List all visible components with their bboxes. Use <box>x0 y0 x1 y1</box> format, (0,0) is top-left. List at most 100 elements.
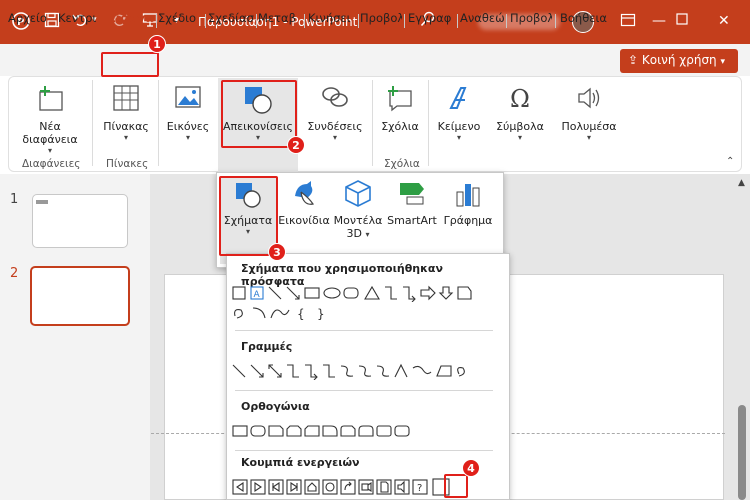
table-button[interactable]: Πίνακας ▾ <box>100 84 152 142</box>
share-button[interactable]: ⇪ Κοινή χρήση ▾ <box>620 49 738 73</box>
step-badge-3: 3 <box>268 243 286 261</box>
tab-separator <box>457 14 458 28</box>
chevron-down-icon: ▾ <box>456 133 461 142</box>
icons-button[interactable]: Εικονίδια <box>278 178 330 227</box>
tab-draw[interactable]: Σχεδίασ <box>208 11 254 25</box>
media-label: Πολυμέσα <box>561 120 617 133</box>
minimize-icon[interactable]: — <box>652 13 666 29</box>
section-title-rectangles: Ορθογώνια <box>241 400 310 413</box>
step-badge-1: 1 <box>148 35 166 53</box>
3d-models-label-line1: Μοντέλα <box>333 214 383 227</box>
cube-icon <box>345 180 371 207</box>
images-label: Εικόνες <box>166 120 210 133</box>
group-label-slides: Διαφάνειες <box>22 158 81 170</box>
highlight-insert-tab <box>101 52 159 77</box>
section-separator <box>235 450 493 451</box>
close-icon[interactable]: ✕ <box>718 13 730 29</box>
text-button[interactable]: Κείμενο ▾ <box>434 84 484 142</box>
omega-icon: Ω <box>510 85 530 112</box>
images-button[interactable]: Εικόνες ▾ <box>164 84 212 142</box>
svg-text:Ω: Ω <box>510 85 530 112</box>
group-label-tables: Πίνακες <box>106 158 149 170</box>
group-separator <box>158 80 159 166</box>
tab-separator <box>555 14 556 28</box>
tab-separator <box>358 14 359 28</box>
symbols-button[interactable]: Ω Σύμβολα ▾ <box>490 84 550 142</box>
ribbon-display-options-icon[interactable] <box>620 13 636 31</box>
links-button[interactable]: Συνδέσεις ▾ <box>304 84 366 142</box>
icons-label: Εικονίδια <box>278 214 330 227</box>
section-title-action-buttons: Κουμπιά ενεργειών <box>241 456 360 469</box>
3d-models-label-line2: 3D <box>346 227 362 240</box>
tab-view[interactable]: Προβολ <box>510 11 552 25</box>
chevron-down-icon: ▾ <box>185 133 190 142</box>
rectangles-row[interactable] <box>231 422 495 440</box>
new-slide-button[interactable]: Νέα διαφάνεια ▾ <box>18 84 82 155</box>
picture-icon <box>175 86 201 108</box>
highlight-illustrations <box>221 80 297 148</box>
smartart-icon <box>400 183 424 205</box>
group-separator <box>372 80 373 166</box>
tab-separator <box>404 14 405 28</box>
tab-review[interactable]: Αναθεώ <box>460 11 504 25</box>
smartart-label: SmartArt <box>387 214 437 227</box>
comments-button[interactable]: Σχόλια <box>378 84 422 133</box>
share-icon: ⇪ <box>628 53 639 67</box>
group-separator <box>92 80 93 166</box>
section-separator <box>235 330 493 331</box>
share-label: Κοινή χρήση <box>641 53 717 67</box>
chevron-down-icon: ▾ <box>123 133 128 142</box>
slide-thumbnail-2[interactable] <box>30 266 130 326</box>
link-icon <box>322 87 348 107</box>
maximize-icon[interactable] <box>676 13 688 29</box>
chart-icon <box>456 184 480 207</box>
speaker-icon <box>578 87 600 109</box>
svg-text:}: } <box>317 307 325 321</box>
chevron-down-icon: ▾ <box>517 133 522 142</box>
text-label: Κείμενο <box>437 120 481 133</box>
chevron-down-icon: ▾ <box>586 133 591 142</box>
chart-label: Γράφημα <box>443 214 493 227</box>
tab-design[interactable]: Σχέδιο <box>158 11 202 25</box>
3d-models-button[interactable]: Μοντέλα 3D ▾ <box>330 178 386 240</box>
bird-icon <box>295 181 314 205</box>
lines-row[interactable] <box>231 362 495 380</box>
tab-separator <box>156 14 157 28</box>
tab-help[interactable]: Βοήθεια <box>560 11 608 25</box>
tab-home[interactable]: Κεντρι <box>58 11 100 25</box>
tab-slideshow[interactable]: Προβολ <box>360 11 402 25</box>
thumbnail-title-placeholder <box>36 200 48 204</box>
tab-file[interactable]: Αρχείο <box>8 11 54 25</box>
tab-insert[interactable]: Εισαγω <box>108 11 154 25</box>
symbols-label: Σύμβολα <box>496 120 544 133</box>
tab-record[interactable]: Εγγραφ <box>408 11 456 25</box>
svg-text:A: A <box>254 290 261 300</box>
slide-thumbnail-1[interactable] <box>32 194 128 248</box>
table-label: Πίνακας <box>103 120 149 133</box>
smartart-button[interactable]: SmartArt <box>386 178 438 227</box>
tab-separator <box>256 14 257 28</box>
vertical-scrollbar[interactable] <box>738 405 746 500</box>
tab-transitions[interactable]: Μεταβ <box>258 11 302 25</box>
new-slide-icon <box>39 86 63 111</box>
comments-label: Σχόλια <box>381 120 419 133</box>
tab-separator <box>205 14 206 28</box>
group-separator <box>428 80 429 166</box>
horizontal-scrollbar-arrow[interactable]: ▲ <box>738 178 745 188</box>
recent-shapes-row-2[interactable]: { } <box>231 304 495 322</box>
tab-animations[interactable]: Κινήσει <box>308 11 356 25</box>
svg-text:{: { <box>297 307 305 321</box>
tab-separator <box>506 14 507 28</box>
svg-text:?: ? <box>417 483 422 494</box>
recent-shapes-row[interactable]: A <box>231 284 495 302</box>
tab-separator <box>304 14 305 28</box>
step-badge-4: 4 <box>462 459 480 477</box>
chart-button[interactable]: Γράφημα <box>440 178 496 227</box>
highlight-custom-action-button <box>444 474 468 498</box>
comment-icon <box>388 86 412 112</box>
slide-number: 1 <box>10 192 19 207</box>
media-button[interactable]: Πολυμέσα ▾ <box>556 84 622 142</box>
collapse-ribbon-icon[interactable]: ⌃ <box>726 156 734 167</box>
chevron-down-icon: ▾ <box>332 133 337 142</box>
new-slide-label: Νέα διαφάνεια <box>22 120 78 146</box>
